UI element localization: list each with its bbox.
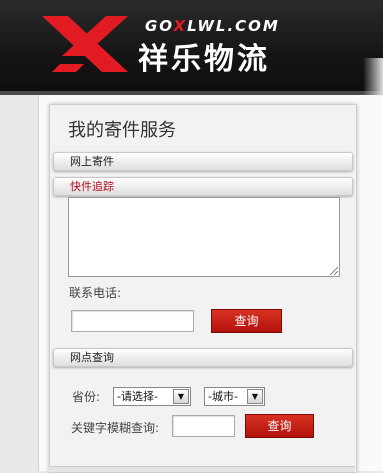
- city-select-value: -城市-: [208, 390, 238, 403]
- site-header: GOXLWL.COM 祥乐物流: [0, 0, 383, 95]
- panel-bottom-edge: [49, 466, 355, 472]
- logo-company-name: 祥乐物流: [138, 42, 270, 77]
- tracking-query-button[interactable]: 查询: [211, 309, 282, 333]
- tab-branch-search-label: 网点查询: [70, 351, 114, 364]
- tab-branch-search[interactable]: 网点查询: [53, 348, 353, 367]
- keyword-label: 关键字模糊查询:: [71, 421, 160, 435]
- logo-x-icon: [42, 16, 128, 72]
- phone-label: 联系电话:: [69, 286, 122, 300]
- province-select[interactable]: -请选择- ▼: [113, 387, 191, 406]
- tracking-numbers-textarea[interactable]: [68, 197, 340, 277]
- chevron-down-icon[interactable]: ▼: [173, 389, 189, 404]
- tab-tracking-label: 快件追踪: [70, 180, 114, 193]
- chevron-down-icon[interactable]: ▼: [247, 389, 263, 404]
- keyword-input[interactable]: [172, 415, 235, 437]
- logo-domain: GOXLWL.COM: [145, 17, 280, 35]
- province-label: 省份:: [72, 390, 101, 404]
- resize-grip-icon[interactable]: [330, 267, 338, 275]
- province-select-value: -请选择-: [117, 390, 158, 403]
- tab-online-shipping[interactable]: 网上寄件: [53, 152, 353, 171]
- header-fade: [363, 58, 383, 95]
- branch-query-button[interactable]: 查询: [245, 414, 314, 438]
- tab-tracking[interactable]: 快件追踪: [53, 177, 353, 196]
- tab-online-shipping-label: 网上寄件: [70, 155, 114, 168]
- city-select[interactable]: -城市- ▼: [204, 387, 265, 406]
- phone-input[interactable]: [71, 310, 194, 332]
- panel-title: 我的寄件服务: [68, 120, 176, 141]
